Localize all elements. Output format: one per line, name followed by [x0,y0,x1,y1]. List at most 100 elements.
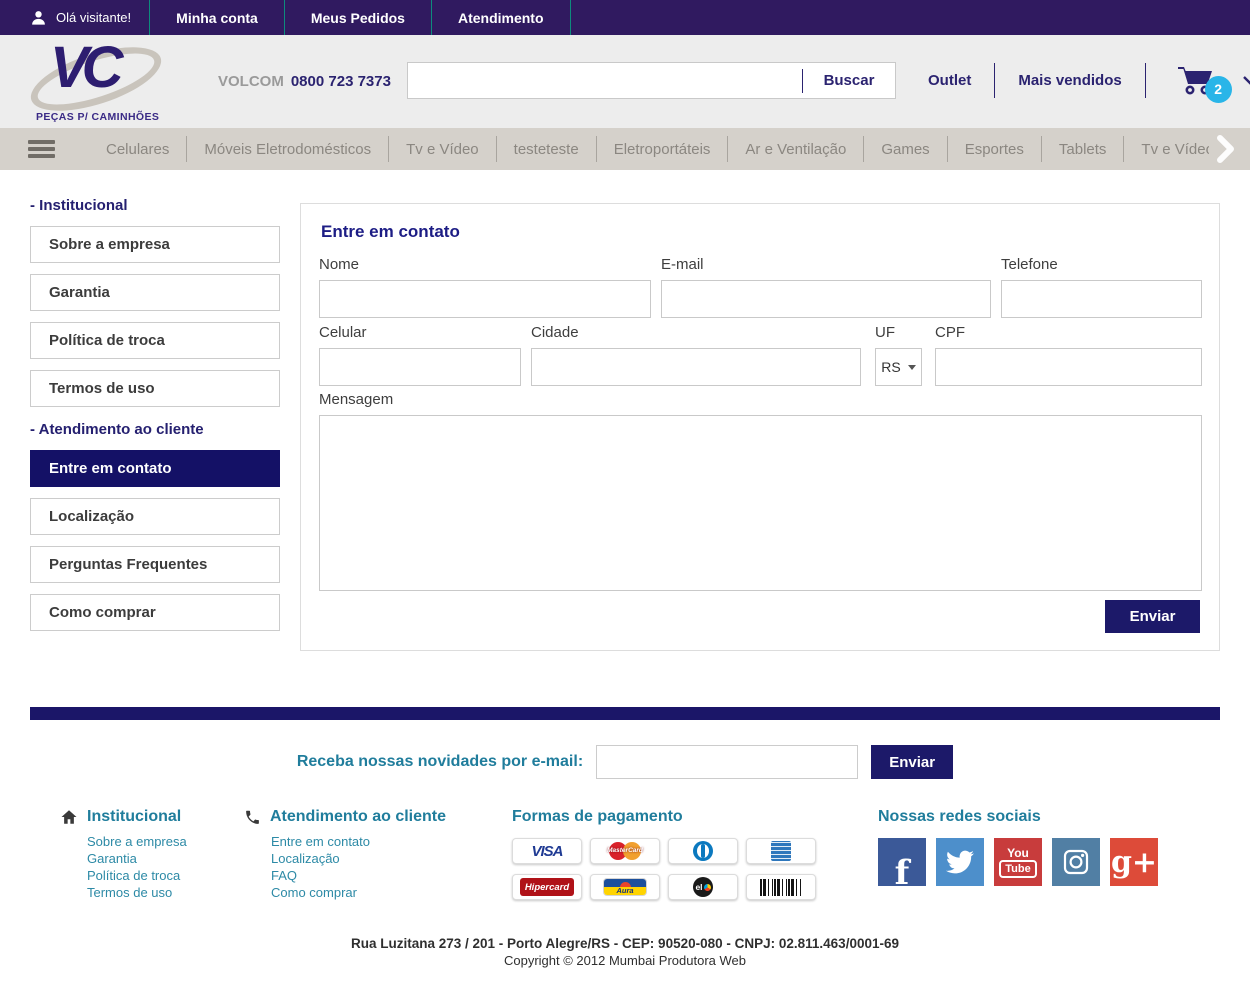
visa-icon: VISA [512,838,582,864]
twitter-icon[interactable] [936,838,984,886]
footer-link-entre-em-contato[interactable]: Entre em contato [271,833,446,850]
cpf-field[interactable] [935,348,1202,386]
search-input[interactable] [408,63,802,98]
section-divider-bar [30,707,1220,720]
logo-tagline: PEÇAS P/ CAMINHÕES [36,111,159,123]
american-express-icon [746,838,816,864]
footer-institucional: Institucional Sobre a empresa Garantia P… [60,808,187,901]
mensagem-field[interactable] [319,415,1202,591]
uf-selected-value: RS [881,359,900,375]
sidebar-heading-atendimento: - Atendimento ao cliente [30,421,280,438]
user-greeting[interactable]: Olá visitante! [0,0,149,35]
nome-label: Nome [319,256,651,273]
sidebar: - Institucional Sobre a empresa Garantia… [30,197,280,642]
nav-item[interactable]: Móveis Eletrodomésticos [186,136,388,162]
nav-item[interactable]: testeteste [496,136,596,162]
page-title: Entre em contato [321,222,460,242]
nav-item[interactable]: Celulares [89,136,186,162]
footer-atendimento-title: Atendimento ao cliente [270,808,446,826]
telefone-field[interactable] [1001,280,1202,318]
sidebar-item-politica-de-troca[interactable]: Política de troca [30,322,280,359]
outlet-link[interactable]: Outlet [905,72,994,89]
sidebar-item-sobre-a-empresa[interactable]: Sobre a empresa [30,226,280,263]
footer-atendimento: Atendimento ao cliente Entre em contato … [244,808,446,901]
footer-social: Nossas redes sociais f You Tube g+ [878,808,1158,886]
newsletter-label: Receba nossas novidades por e-mail: [297,753,583,771]
telefone-label: Telefone [1001,256,1202,273]
uf-label: UF [875,324,922,341]
footer-link-politica-de-troca[interactable]: Política de troca [87,867,187,884]
copyright-notice: Copyright © 2012 Mumbai Produtora Web [0,953,1250,968]
footer-link-garantia[interactable]: Garantia [87,850,187,867]
social-icons: f You Tube g+ [878,838,1158,886]
topbar-atendimento[interactable]: Atendimento [431,0,571,35]
sidebar-item-perguntas-frequentes[interactable]: Perguntas Frequentes [30,546,280,583]
footer-link-como-comprar[interactable]: Como comprar [271,884,446,901]
phone-block: VOLCOM 0800 723 7373 [218,73,391,90]
header: VC PEÇAS P/ CAMINHÕES VOLCOM 0800 723 73… [0,35,1250,128]
search-button[interactable]: Buscar [803,63,895,98]
email-label: E-mail [661,256,991,273]
footer-link-termos-de-uso[interactable]: Termos de uso [87,884,187,901]
nav-item[interactable]: Tv e Vídeo [388,136,496,162]
hamburger-menu-icon[interactable] [28,137,55,162]
phone-number: 0800 723 7373 [291,73,391,90]
topbar-minha-conta[interactable]: Minha conta [149,0,284,35]
nav-item[interactable]: Esportes [947,136,1041,162]
aura-icon: Aura [590,874,660,900]
celular-label: Celular [319,324,521,341]
best-sellers-link[interactable]: Mais vendidos [995,72,1144,89]
nome-field[interactable] [319,280,651,318]
facebook-icon[interactable]: f [878,838,926,886]
header-links: Outlet Mais vendidos 2 [905,62,1250,99]
select-caret-icon [908,365,916,370]
footer-link-sobre-a-empresa[interactable]: Sobre a empresa [87,833,187,850]
nav-scroll-right-button[interactable] [1216,135,1236,168]
elo-icon: el [668,874,738,900]
cart-count-badge: 2 [1205,76,1232,103]
mensagem-label: Mensagem [319,391,1202,408]
newsletter-bar: Receba nossas novidades por e-mail: Envi… [0,745,1250,779]
cart-dropdown-toggle[interactable] [1242,75,1250,87]
hipercard-icon: Hipercard [512,874,582,900]
uf-select[interactable]: RS [875,348,922,386]
store-logo[interactable]: VC PEÇAS P/ CAMINHÕES [34,38,164,124]
cpf-label: CPF [935,324,1202,341]
newsletter-email-input[interactable] [596,745,858,779]
top-bar: Olá visitante! Minha conta Meus Pedidos … [0,0,1250,35]
social-title: Nossas redes sociais [878,808,1041,826]
sidebar-item-termos-de-uso[interactable]: Termos de uso [30,370,280,407]
cidade-label: Cidade [531,324,861,341]
greeting-label: Olá visitante! [56,10,131,25]
sidebar-item-garantia[interactable]: Garantia [30,274,280,311]
cidade-field[interactable] [531,348,861,386]
payments-title: Formas de pagamento [512,808,683,826]
topbar-meus-pedidos[interactable]: Meus Pedidos [284,0,431,35]
nav-item[interactable]: Ar e Ventilação [727,136,863,162]
email-field[interactable] [661,280,991,318]
brand-label: VOLCOM [218,73,284,90]
phone-icon [244,809,261,826]
footer-institucional-title: Institucional [87,808,181,826]
cart-button[interactable]: 2 [1176,64,1216,98]
newsletter-submit-button[interactable]: Enviar [871,745,953,779]
sidebar-item-como-comprar[interactable]: Como comprar [30,594,280,631]
google-plus-icon[interactable]: g+ [1110,838,1158,886]
nav-item[interactable]: Tv e Vídeo [1123,136,1209,162]
youtube-icon[interactable]: You Tube [994,838,1042,886]
nav-item[interactable]: Eletroportáteis [596,136,728,162]
footer-payments: Formas de pagamento VISA MasterCard Hipe… [512,808,816,900]
instagram-icon[interactable] [1052,838,1100,886]
diners-club-icon [668,838,738,864]
footer-link-faq[interactable]: FAQ [271,867,446,884]
category-list: Celulares Móveis Eletrodomésticos Tv e V… [89,128,1209,170]
sidebar-item-entre-em-contato[interactable]: Entre em contato [30,450,280,487]
nav-item[interactable]: Games [863,136,946,162]
footer-link-localizacao[interactable]: Localização [271,850,446,867]
celular-field[interactable] [319,348,521,386]
form-submit-button[interactable]: Enviar [1105,600,1200,633]
nav-item[interactable]: Tablets [1041,136,1124,162]
boleto-barcode-icon [746,874,816,900]
sidebar-item-localizacao[interactable]: Localização [30,498,280,535]
logo-monogram: VC [50,34,117,101]
